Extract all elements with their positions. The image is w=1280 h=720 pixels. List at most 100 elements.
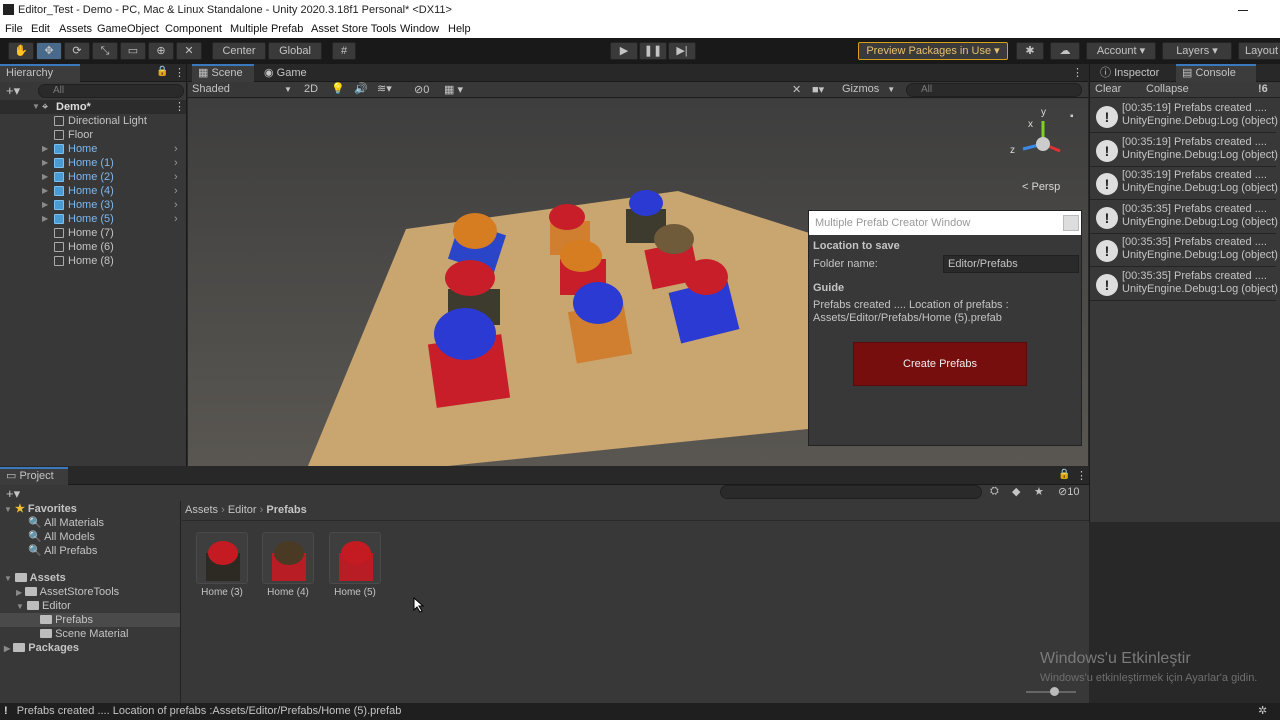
folder-name-input[interactable]: Editor/Prefabs	[943, 255, 1079, 273]
filter-type-icon[interactable]: ⛭	[990, 485, 999, 498]
expand-arrow-icon[interactable]: ▶	[42, 212, 48, 226]
menu-assets[interactable]: Assets	[59, 23, 92, 35]
console-log-entry[interactable]: ! [00:35:35] Prefabs created .... UnityEng…	[1090, 234, 1278, 267]
camera-icon[interactable]: ■▾	[812, 83, 824, 96]
hidden-objects-toggle[interactable]: ⊘0	[414, 83, 429, 96]
open-prefab-icon[interactable]: ›	[174, 198, 178, 212]
tab-scene[interactable]: ▦ Scene	[192, 64, 254, 82]
open-prefab-icon[interactable]: ›	[174, 184, 178, 198]
menu-file[interactable]: File	[5, 23, 23, 35]
hand-tool-icon[interactable]: ✋	[8, 42, 34, 60]
hierarchy-item[interactable]: Directional Light	[0, 114, 186, 128]
add-icon[interactable]: +▾	[6, 83, 20, 99]
menu-window[interactable]: Window	[400, 23, 439, 35]
open-prefab-icon[interactable]: ›	[174, 212, 178, 226]
console-log-entry[interactable]: ! [00:35:19] Prefabs created .... UnityEng…	[1090, 100, 1278, 133]
prefabs-node[interactable]: Prefabs	[0, 613, 180, 627]
menu-edit[interactable]: Edit	[31, 23, 50, 35]
custom-tool-icon[interactable]: ✕	[176, 42, 202, 60]
shading-dropdown[interactable]: Shaded ▼	[192, 83, 292, 95]
services-icon[interactable]: ✱	[1016, 42, 1044, 60]
hierarchy-item[interactable]: ▶ › Home (3)	[0, 198, 186, 212]
open-prefab-icon[interactable]: ›	[174, 170, 178, 184]
rect-tool-icon[interactable]: ▭	[120, 42, 146, 60]
console-log-entry[interactable]: ! [00:35:35] Prefabs created .... UnityEng…	[1090, 201, 1278, 234]
layout-dropdown[interactable]: Layout	[1238, 42, 1280, 60]
prefab-thumbnail[interactable]	[196, 532, 248, 584]
expand-arrow-icon[interactable]: ▶	[42, 156, 48, 170]
assets-node[interactable]: ▼ Assets	[4, 571, 66, 585]
scene-root-row[interactable]: ▼ ⌖ Demo* ⋮	[0, 100, 186, 114]
pivot-global-button[interactable]: Global	[268, 42, 322, 60]
breadcrumb-assets[interactable]: Assets	[185, 504, 218, 516]
console-log-entry[interactable]: ! [00:35:19] Prefabs created .... UnityEng…	[1090, 167, 1278, 200]
editor-node[interactable]: ▼ Editor	[16, 599, 71, 613]
fav-all-materials[interactable]: 🔍 All Materials	[28, 516, 104, 530]
move-tool-icon[interactable]: ✥	[36, 42, 62, 60]
console-log-entry[interactable]: ! [00:35:35] Prefabs created .... UnityEng…	[1090, 268, 1278, 301]
close-icon[interactable]	[1063, 215, 1079, 231]
menu-asset-store-tools[interactable]: Asset Store Tools	[311, 23, 396, 35]
clear-button[interactable]: Clear	[1095, 83, 1121, 95]
fav-all-models[interactable]: 🔍 All Models	[28, 530, 95, 544]
status-text[interactable]: Prefabs created .... Location of prefabs…	[17, 705, 402, 717]
transform-tool-icon[interactable]: ⊕	[148, 42, 174, 60]
hierarchy-item[interactable]: ▶ › Home	[0, 142, 186, 156]
lock-icon[interactable]: 🔒	[156, 66, 168, 77]
tab-inspector[interactable]: ⓘ Inspector	[1094, 64, 1174, 82]
packages-node[interactable]: ▶ Packages	[4, 641, 79, 655]
hierarchy-item[interactable]: Floor	[0, 128, 186, 142]
expand-arrow-icon[interactable]: ▶	[42, 198, 48, 212]
expand-arrow-icon[interactable]: ▶	[42, 184, 48, 198]
fav-all-prefabs[interactable]: 🔍 All Prefabs	[28, 544, 97, 558]
grid-icon[interactable]: ▦ ▾	[444, 83, 463, 96]
scale-tool-icon[interactable]: ⤡	[92, 42, 118, 60]
kebab-menu-icon[interactable]: ⋮	[1076, 469, 1087, 482]
menu-multiple-prefab[interactable]: Multiple Prefab	[230, 23, 303, 35]
scene-menu-icon[interactable]: ⋮	[1072, 66, 1083, 79]
pause-button[interactable]: ❚❚	[639, 42, 667, 60]
debug-icon[interactable]: ✲	[1258, 703, 1267, 720]
effects-icon[interactable]: ≋▾	[377, 82, 392, 95]
tab-game[interactable]: ◉ Game	[258, 64, 318, 82]
hidden-packages-toggle[interactable]: ⊘10	[1058, 485, 1079, 498]
open-prefab-icon[interactable]: ›	[174, 156, 178, 170]
scene-material-node[interactable]: Scene Material	[40, 627, 128, 641]
prefab-thumbnail[interactable]	[329, 532, 381, 584]
hierarchy-item[interactable]: ▶ › Home (2)	[0, 170, 186, 184]
filter-label-icon[interactable]: ◆	[1012, 485, 1020, 498]
expand-arrow-icon[interactable]: ▶	[42, 142, 48, 156]
rotate-tool-icon[interactable]: ⟳	[64, 42, 90, 60]
hierarchy-search-input[interactable]: All	[38, 84, 184, 98]
hierarchy-item[interactable]: Home (8)	[0, 254, 186, 268]
tools-icon[interactable]: ✕	[792, 83, 801, 96]
zoom-slider-thumb[interactable]	[1050, 687, 1059, 696]
project-search-input[interactable]	[720, 485, 982, 499]
kebab-menu-icon[interactable]: ⋮	[174, 66, 185, 79]
favorite-star-icon[interactable]: ★	[1034, 485, 1044, 498]
minimize-icon[interactable]	[1238, 10, 1248, 11]
gizmos-dropdown[interactable]: Gizmos ▼	[842, 83, 898, 95]
lighting-icon[interactable]: 💡	[331, 82, 345, 95]
hierarchy-item[interactable]: ▶ › Home (4)	[0, 184, 186, 198]
account-dropdown[interactable]: Account ▾	[1086, 42, 1156, 60]
console-log-entry[interactable]: ! [00:35:19] Prefabs created .... UnityEng…	[1090, 134, 1278, 167]
info-count-badge[interactable]: !6	[1258, 83, 1268, 95]
grid-snap-icon[interactable]: #	[332, 42, 356, 60]
persp-label[interactable]: < Persp	[1022, 181, 1060, 193]
hierarchy-item[interactable]: ▶ › Home (5)	[0, 212, 186, 226]
layers-dropdown[interactable]: Layers ▾	[1162, 42, 1232, 60]
menu-component[interactable]: Component	[165, 23, 222, 35]
play-button[interactable]: ▶	[610, 42, 638, 60]
hierarchy-item[interactable]: Home (7)	[0, 226, 186, 240]
create-prefabs-button[interactable]: Create Prefabs	[853, 342, 1027, 386]
hierarchy-item[interactable]: ▶ › Home (1)	[0, 156, 186, 170]
collapse-button[interactable]: Collapse	[1146, 83, 1189, 95]
tab-project[interactable]: ▭ Project	[0, 467, 68, 485]
tab-console[interactable]: ▤ Console	[1176, 64, 1256, 82]
open-prefab-icon[interactable]: ›	[174, 142, 178, 156]
audio-icon[interactable]: 🔊	[354, 82, 368, 95]
expand-arrow-icon[interactable]: ▶	[42, 170, 48, 184]
lock-icon[interactable]: 🔒	[1058, 469, 1070, 480]
menu-help[interactable]: Help	[448, 23, 471, 35]
